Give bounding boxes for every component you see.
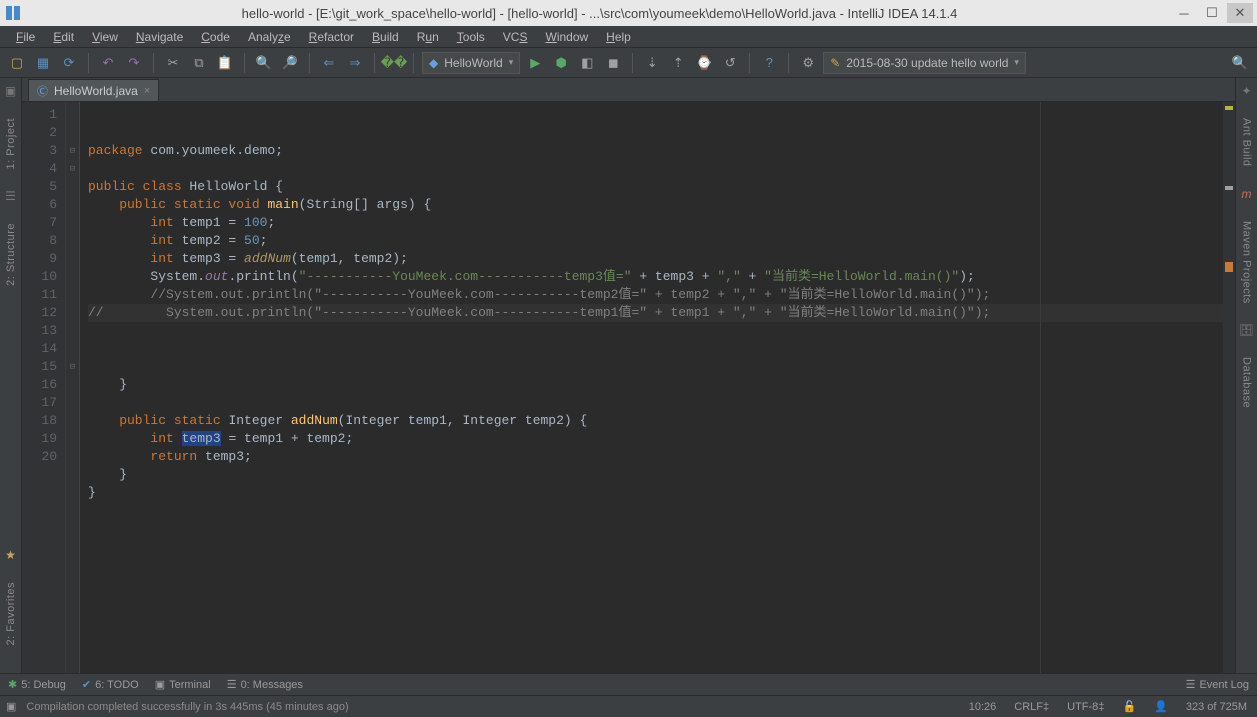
- event-log-tab[interactable]: ☰Event Log: [1186, 678, 1249, 691]
- inspector-icon[interactable]: 👤: [1150, 700, 1172, 713]
- run-icon[interactable]: ▶: [524, 52, 546, 74]
- menu-file[interactable]: File: [8, 28, 43, 46]
- editor-tab[interactable]: Ⓒ HelloWorld.java ×: [28, 79, 159, 101]
- todo-tool-tab[interactable]: ✔6: TODO: [82, 678, 139, 691]
- status-bar: ▣ Compilation completed successfully in …: [0, 695, 1257, 717]
- tool-database[interactable]: Database: [1241, 357, 1253, 408]
- fold-gutter[interactable]: ⊟⊟⊟: [66, 102, 80, 673]
- messages-tool-tab[interactable]: ☰0: Messages: [227, 678, 303, 691]
- stop-icon[interactable]: ◼: [602, 52, 624, 74]
- undo-icon[interactable]: ↶: [97, 52, 119, 74]
- tool-structure[interactable]: 2: Structure: [5, 223, 17, 286]
- menu-edit[interactable]: Edit: [45, 28, 82, 46]
- code-content[interactable]: package com.youmeek.demo; public class H…: [80, 102, 1223, 673]
- replace-icon[interactable]: 🔎: [279, 52, 301, 74]
- cut-icon[interactable]: ✂: [162, 52, 184, 74]
- project-tool-icon[interactable]: ▣: [5, 84, 16, 98]
- settings-icon[interactable]: ⚙: [797, 52, 819, 74]
- menu-view[interactable]: View: [84, 28, 126, 46]
- menu-window[interactable]: Window: [537, 28, 596, 46]
- menu-run[interactable]: Run: [409, 28, 447, 46]
- memory-indicator[interactable]: 323 of 725M: [1182, 701, 1251, 713]
- terminal-tool-tab[interactable]: ▣Terminal: [155, 678, 211, 691]
- tool-project[interactable]: 1: Project: [5, 118, 17, 169]
- redo-icon[interactable]: ↷: [123, 52, 145, 74]
- main-area: ▣ 1: Project ☰ 2: Structure ★ 2: Favorit…: [0, 78, 1257, 673]
- line-number-gutter: 1234567891011121314151617181920: [22, 102, 66, 673]
- java-file-icon: Ⓒ: [37, 83, 48, 99]
- editor-tab-bar: Ⓒ HelloWorld.java ×: [22, 78, 1235, 102]
- run-config-label: HelloWorld: [444, 56, 502, 70]
- vcs-commit-icon[interactable]: ⇡: [667, 52, 689, 74]
- minimize-button[interactable]: ─: [1171, 3, 1197, 23]
- find-icon[interactable]: 🔍: [253, 52, 275, 74]
- error-stripe[interactable]: [1223, 102, 1235, 673]
- caret-position[interactable]: 10:26: [965, 701, 1001, 713]
- search-everywhere-icon[interactable]: 🔍: [1229, 52, 1251, 74]
- copy-icon[interactable]: ⧉: [188, 52, 210, 74]
- make-icon[interactable]: ��: [383, 52, 405, 74]
- menu-help[interactable]: Help: [598, 28, 639, 46]
- status-square-icon[interactable]: ▣: [6, 700, 16, 713]
- maximize-button[interactable]: ☐: [1199, 3, 1225, 23]
- ant-tool-icon[interactable]: ✦: [1241, 84, 1251, 98]
- vcs-revert-icon[interactable]: ↺: [719, 52, 741, 74]
- debug-icon[interactable]: ⬢: [550, 52, 572, 74]
- database-tool-icon[interactable]: 🗄: [1239, 323, 1254, 337]
- app-icon: [4, 4, 22, 22]
- bottom-tool-bar: ✱5: Debug ✔6: TODO ▣Terminal ☰0: Message…: [0, 673, 1257, 695]
- vcs-message-label: 2015-08-30 update hello world: [846, 56, 1008, 70]
- maven-tool-icon[interactable]: m: [1242, 187, 1252, 201]
- vcs-history-icon[interactable]: ⌚: [693, 52, 715, 74]
- menu-navigate[interactable]: Navigate: [128, 28, 191, 46]
- menu-tools[interactable]: Tools: [449, 28, 493, 46]
- back-icon[interactable]: ⇐: [318, 52, 340, 74]
- coverage-icon[interactable]: ◧: [576, 52, 598, 74]
- tab-close-icon[interactable]: ×: [144, 85, 150, 97]
- help-icon[interactable]: ?: [758, 52, 780, 74]
- structure-tool-icon[interactable]: ☰: [5, 189, 16, 203]
- right-tool-strip: ✦ Ant Build m Maven Projects 🗄 Database: [1235, 78, 1257, 673]
- status-message: Compilation completed successfully in 3s…: [26, 701, 954, 713]
- paste-icon[interactable]: 📋: [214, 52, 236, 74]
- title-bar: hello-world - [E:\git_work_space\hello-w…: [0, 0, 1257, 26]
- tool-maven[interactable]: Maven Projects: [1241, 221, 1253, 304]
- vcs-update-icon[interactable]: ⇣: [641, 52, 663, 74]
- favorites-tool-icon[interactable]: ★: [5, 548, 16, 562]
- menu-bar: File Edit View Navigate Code Analyze Ref…: [0, 26, 1257, 48]
- window-title: hello-world - [E:\git_work_space\hello-w…: [28, 6, 1171, 21]
- debug-tool-tab[interactable]: ✱5: Debug: [8, 678, 66, 691]
- forward-icon[interactable]: ⇒: [344, 52, 366, 74]
- line-ending[interactable]: CRLF‡: [1010, 701, 1053, 713]
- left-tool-strip: ▣ 1: Project ☰ 2: Structure ★ 2: Favorit…: [0, 78, 22, 673]
- menu-build[interactable]: Build: [364, 28, 407, 46]
- menu-code[interactable]: Code: [193, 28, 238, 46]
- file-encoding[interactable]: UTF-8‡: [1063, 701, 1108, 713]
- open-icon[interactable]: ▢: [6, 52, 28, 74]
- menu-analyze[interactable]: Analyze: [240, 28, 299, 46]
- tool-favorites[interactable]: 2: Favorites: [5, 582, 17, 645]
- tab-label: HelloWorld.java: [54, 84, 138, 98]
- close-button[interactable]: ✕: [1227, 3, 1253, 23]
- run-config-selector[interactable]: ◆ HelloWorld ▾: [422, 52, 520, 74]
- lock-icon[interactable]: 🔓: [1118, 700, 1140, 713]
- menu-refactor[interactable]: Refactor: [301, 28, 362, 46]
- vcs-message-selector[interactable]: ✎ 2015-08-30 update hello world ▾: [823, 52, 1026, 74]
- code-editor[interactable]: 1234567891011121314151617181920 ⊟⊟⊟ pack…: [22, 102, 1235, 673]
- sync-icon[interactable]: ⟳: [58, 52, 80, 74]
- toolbar: ▢ ▦ ⟳ ↶ ↷ ✂ ⧉ 📋 🔍 🔎 ⇐ ⇒ �� ◆ HelloWorld …: [0, 48, 1257, 78]
- menu-vcs[interactable]: VCS: [495, 28, 536, 46]
- tool-ant[interactable]: Ant Build: [1241, 118, 1253, 167]
- save-all-icon[interactable]: ▦: [32, 52, 54, 74]
